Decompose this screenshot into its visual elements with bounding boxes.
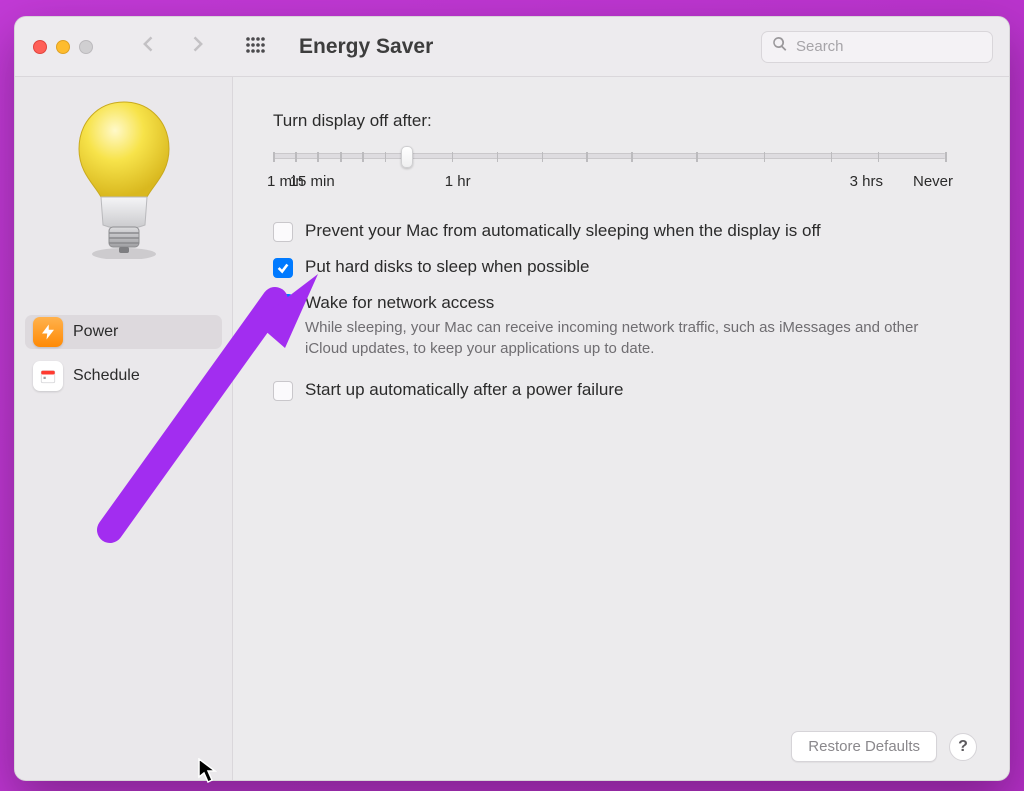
checkbox[interactable] [273,222,293,242]
sidebar-item-label: Schedule [73,367,140,385]
display-off-slider[interactable] [273,153,945,159]
sidebar-item-power[interactable]: Power [25,315,222,349]
option-label: Wake for network access [305,292,965,314]
sidebar-item-schedule[interactable]: Schedule [25,359,222,393]
back-button[interactable] [139,34,159,59]
forward-button-disabled [187,34,207,59]
option-label: Start up automatically after a power fai… [305,379,623,401]
nav-buttons [139,34,207,59]
tick-label: 1 hr [445,173,471,190]
energy-saver-bulb-icon [25,99,222,259]
option-wake-network[interactable]: Wake for network access While sleeping, … [273,292,967,359]
restore-defaults-button[interactable]: Restore Defaults [791,731,937,762]
traffic-lights [33,40,93,54]
tick-label: Never [913,173,953,190]
zoom-window-button-disabled [79,40,93,54]
window-title: Energy Saver [299,35,753,59]
checkbox-checked[interactable] [273,294,293,314]
option-hard-disks-sleep[interactable]: Put hard disks to sleep when possible [273,256,967,278]
slider-tick-labels: 1 min 15 min 1 hr 3 hrs Never [267,173,953,190]
show-all-button[interactable] [245,36,267,58]
options-list: Prevent your Mac from automatically slee… [273,220,967,401]
minimize-window-button[interactable] [56,40,70,54]
option-label: Put hard disks to sleep when possible [305,256,589,278]
help-button[interactable]: ? [949,733,977,761]
sidebar: Power Schedule [15,77,233,780]
search-input[interactable] [794,37,982,56]
tick-label: 15 min [290,173,335,190]
close-window-button[interactable] [33,40,47,54]
slider-knob[interactable] [401,146,413,168]
tick-label: 3 hrs [850,173,883,190]
bolt-icon [33,317,63,347]
slider-label: Turn display off after: [273,111,967,131]
desktop-background: Energy Saver [0,0,1024,791]
option-prevent-sleep[interactable]: Prevent your Mac from automatically slee… [273,220,967,242]
window-toolbar: Energy Saver [15,17,1009,77]
checkbox-checked[interactable] [273,258,293,278]
checkbox[interactable] [273,381,293,401]
search-field[interactable] [761,31,993,63]
main-panel: Turn display off after: [233,77,1009,780]
option-startup-after-failure[interactable]: Start up automatically after a power fai… [273,379,967,401]
search-icon [772,36,788,57]
option-description: While sleeping, your Mac can receive inc… [305,318,965,359]
calendar-icon [33,361,63,391]
window-body: Power Schedule Turn display off after: [15,77,1009,780]
option-label: Prevent your Mac from automatically slee… [305,220,821,242]
footer-buttons: Restore Defaults ? [791,731,977,762]
sidebar-item-label: Power [73,323,118,341]
preferences-window: Energy Saver [14,16,1010,781]
